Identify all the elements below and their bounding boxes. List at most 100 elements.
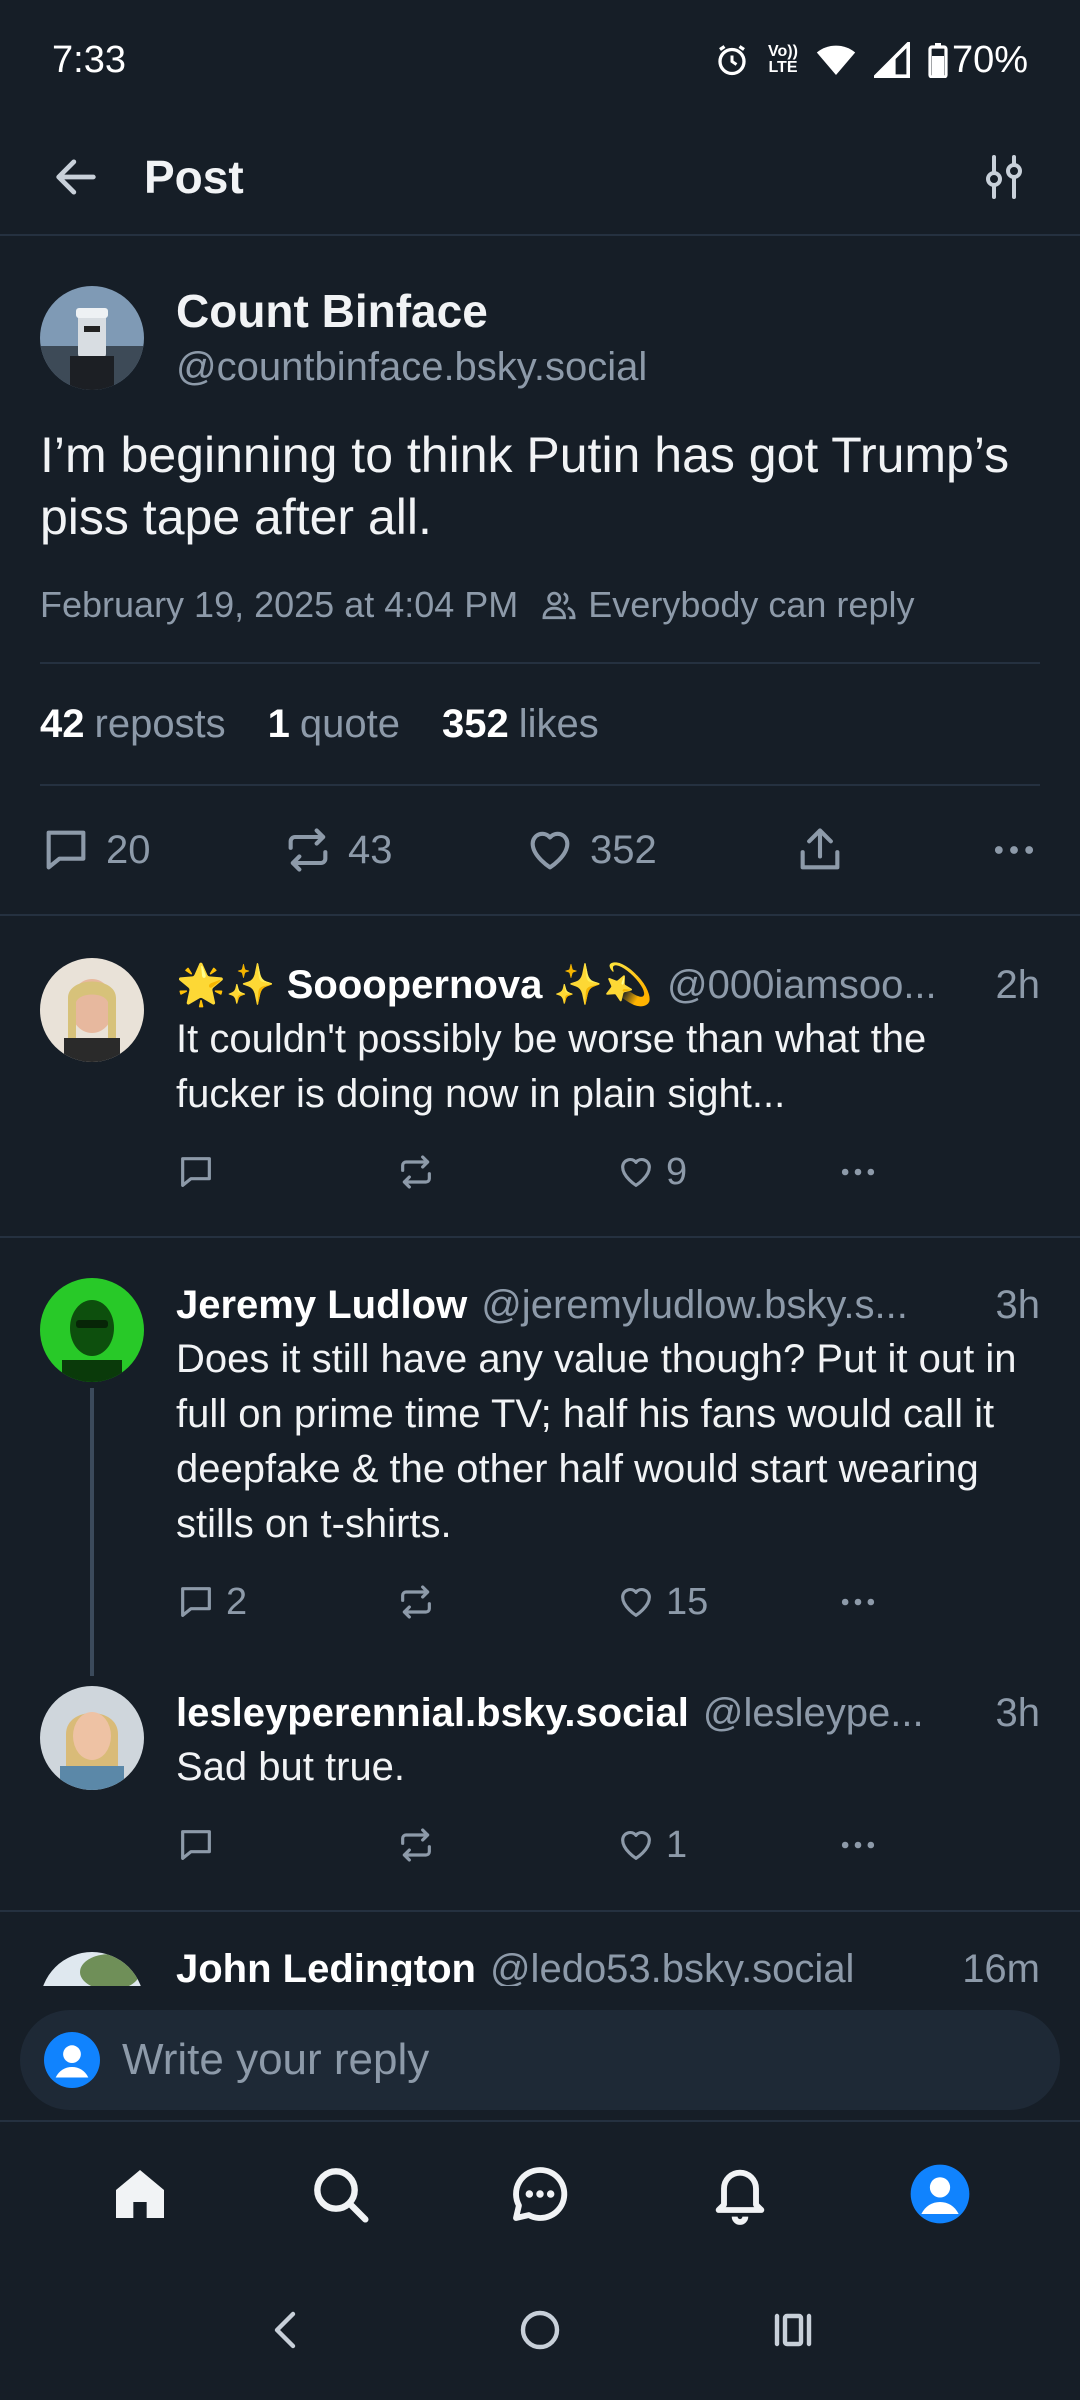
- wifi-icon: [816, 45, 856, 75]
- reply-author-handle[interactable]: @ledo53.bsky.social: [490, 1952, 952, 1986]
- more-button[interactable]: [836, 1580, 880, 1624]
- circle-home-icon: [520, 2310, 560, 2349]
- more-button[interactable]: [836, 1823, 880, 1867]
- like-button[interactable]: 352: [524, 824, 794, 876]
- repost-button[interactable]: [396, 1582, 616, 1622]
- avatar[interactable]: [40, 1278, 144, 1382]
- like-button[interactable]: 1: [616, 1824, 836, 1867]
- like-count: 1: [666, 1823, 688, 1866]
- share-button[interactable]: [794, 824, 974, 876]
- back-button[interactable]: [40, 141, 112, 213]
- home-icon: [116, 2170, 164, 2218]
- like-button[interactable]: 9: [616, 1151, 836, 1194]
- chat-icon: [513, 2167, 568, 2221]
- more-icon: [841, 1598, 875, 1606]
- repost-button[interactable]: [396, 1825, 616, 1865]
- avatar[interactable]: [40, 1952, 144, 1986]
- more-icon: [994, 846, 1034, 854]
- reply-text: It couldn't possibly be worse than what …: [176, 1017, 927, 1116]
- reply-count: 2: [226, 1580, 248, 1623]
- post-meta: February 19, 2025 at 4:04 PM Everybody c…: [40, 584, 1040, 664]
- nav-search[interactable]: [290, 2144, 390, 2244]
- reply-age[interactable]: 16m: [962, 1952, 1040, 1986]
- likes-stat[interactable]: 352 likes: [442, 702, 599, 747]
- divider: [0, 1236, 1080, 1238]
- more-button[interactable]: [836, 1150, 880, 1194]
- reply-input[interactable]: Write your reply: [20, 2010, 1060, 2110]
- reply-author-name[interactable]: John Ledington: [176, 1952, 476, 1986]
- like-count: 9: [666, 1150, 688, 1193]
- repost-icon: [401, 1155, 431, 1189]
- reply-author-handle[interactable]: @lesleype...: [703, 1686, 986, 1740]
- reply-author-handle[interactable]: @jeremyludlow.bsky.s...: [481, 1278, 985, 1332]
- quotes-stat[interactable]: 1 quote: [268, 702, 400, 747]
- author-name[interactable]: Count Binface: [176, 282, 647, 340]
- system-home-button[interactable]: [516, 2306, 564, 2359]
- chevron-left-icon: [274, 2311, 295, 2348]
- system-back-button[interactable]: [263, 2306, 311, 2359]
- back-arrow-icon: [56, 159, 96, 195]
- reply-action-bar: 9: [176, 1142, 1040, 1202]
- page-title: Post: [144, 151, 244, 203]
- post-author[interactable]: Count Binface @countbinface.bsky.social: [0, 236, 1080, 394]
- battery-percent: 70%: [951, 38, 1028, 81]
- reply-placeholder: Write your reply: [122, 2035, 430, 2084]
- nav-home[interactable]: [90, 2144, 190, 2244]
- filter-sliders-icon: [986, 155, 1022, 199]
- comment-icon: [181, 1587, 211, 1617]
- bell-icon: [715, 2169, 765, 2225]
- reply-button[interactable]: 2: [176, 1581, 396, 1624]
- reply-item[interactable]: 🌟✨ Sooopernova ✨💫 @000iamsoo... 2h It co…: [0, 958, 1080, 1202]
- repost-button[interactable]: 43: [282, 824, 524, 876]
- reply-action-bar: 1: [176, 1815, 1040, 1875]
- reply-author-name[interactable]: 🌟✨ Sooopernova ✨💫: [176, 958, 653, 1012]
- like-button[interactable]: 15: [616, 1581, 836, 1624]
- reply-button[interactable]: [176, 1152, 396, 1192]
- reply-action-bar: 2 15: [176, 1572, 1040, 1632]
- recents-icon: [775, 2313, 812, 2346]
- main-post: Count Binface @countbinface.bsky.social …: [0, 236, 1080, 916]
- avatar[interactable]: [40, 1686, 144, 1790]
- reply-author-name[interactable]: Jeremy Ludlow: [176, 1278, 467, 1332]
- reply-author-name[interactable]: lesleyperennial.bsky.social: [176, 1686, 689, 1740]
- reply-composer: Write your reply: [0, 1986, 1080, 2122]
- profile-icon: [910, 2164, 970, 2224]
- post-timestamp: February 19, 2025 at 4:04 PM: [40, 584, 519, 625]
- system-nav: [0, 2264, 1080, 2400]
- reply-item[interactable]: lesleyperennial.bsky.social @lesleype...…: [0, 1686, 1080, 1875]
- reposts-stat[interactable]: 42 reposts: [40, 702, 226, 747]
- thread-settings-button[interactable]: [968, 141, 1040, 213]
- avatar[interactable]: [40, 958, 144, 1062]
- people-icon: [542, 591, 576, 620]
- reply-age[interactable]: 2h: [996, 958, 1041, 1012]
- reply-age[interactable]: 3h: [996, 1278, 1041, 1332]
- profile-icon: [44, 2032, 100, 2088]
- reply-button[interactable]: 20: [40, 824, 282, 876]
- reply-item[interactable]: John Ledington @ledo53.bsky.social 16m: [0, 1952, 1080, 1986]
- repost-icon: [401, 1585, 431, 1619]
- reply-author-handle[interactable]: @000iamsoo...: [667, 958, 985, 1012]
- system-recents-button[interactable]: [769, 2306, 817, 2359]
- repost-button[interactable]: [396, 1152, 616, 1192]
- battery-icon: [928, 43, 948, 78]
- author-handle[interactable]: @countbinface.bsky.social: [176, 340, 647, 394]
- heart-icon: [530, 831, 570, 870]
- more-button[interactable]: [988, 824, 1040, 876]
- reply-text: Sad but true.: [176, 1745, 406, 1789]
- nav-notifications[interactable]: [690, 2144, 790, 2244]
- volte-indicator: Vo)) LTE: [768, 43, 798, 76]
- status-bar: 7:33 Vo)) LTE 70%: [0, 0, 1080, 120]
- reply-setting-label: Everybody can reply: [588, 584, 915, 625]
- avatar[interactable]: [40, 286, 144, 390]
- heart-icon: [621, 1587, 651, 1617]
- reply-text: Does it still have any value though? Put…: [176, 1337, 1017, 1546]
- post-text: I’m beginning to think Putin has got Tru…: [40, 427, 1010, 545]
- reply-setting[interactable]: Everybody can reply: [540, 584, 914, 626]
- heart-icon: [621, 1157, 651, 1187]
- status-time: 7:33: [52, 38, 126, 81]
- reply-item[interactable]: Jeremy Ludlow @jeremyludlow.bsky.s... 3h…: [0, 1278, 1080, 1632]
- reply-age[interactable]: 3h: [996, 1686, 1041, 1740]
- reply-button[interactable]: [176, 1825, 396, 1865]
- nav-profile[interactable]: [890, 2144, 990, 2244]
- nav-chat[interactable]: [490, 2144, 590, 2244]
